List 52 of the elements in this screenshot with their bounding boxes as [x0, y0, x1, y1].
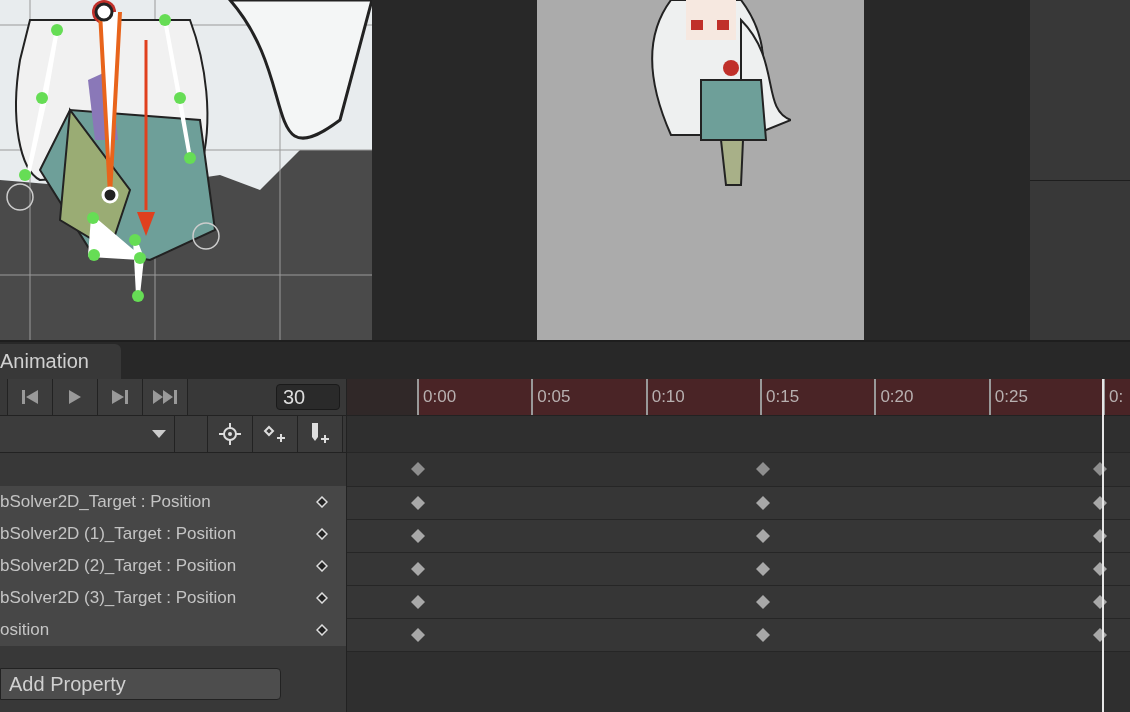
first-key-button[interactable] [7, 379, 52, 415]
keyframe-toggle-icon[interactable] [316, 496, 328, 508]
property-row[interactable]: osition [0, 614, 346, 646]
time-label: 0:05 [536, 386, 571, 407]
record-target-button[interactable] [208, 416, 253, 452]
crosshair-icon [219, 423, 241, 445]
last-key-button[interactable] [142, 379, 187, 415]
frame-field[interactable]: 30 [276, 384, 340, 410]
property-row[interactable]: bSolver2D_Target : Position [0, 486, 346, 518]
time-label: 0: [1108, 386, 1124, 407]
keyframe-toggle-icon[interactable] [316, 624, 328, 636]
play-button[interactable] [52, 379, 97, 415]
time-label: 0:20 [879, 386, 914, 407]
timeline-ruler[interactable]: 0:00 0:05 0:10 0:15 0:20 0:25 0: [347, 379, 1130, 416]
property-name: bSolver2D (1)_Target : Position [0, 524, 238, 544]
keyframe-icon[interactable] [755, 595, 770, 609]
time-label: 0:15 [765, 386, 800, 407]
keyframe-toggle-icon[interactable] [316, 528, 328, 540]
keyframe-toggle-icon[interactable] [316, 560, 328, 572]
property-name: osition [0, 620, 51, 640]
play-icon [69, 390, 81, 404]
keyframe-icon[interactable] [410, 595, 425, 609]
add-event-button[interactable] [298, 416, 343, 452]
caret-icon [152, 430, 166, 438]
add-keyframe-icon [263, 425, 287, 443]
keyframe-icon[interactable] [410, 628, 425, 642]
next-key-icon [112, 390, 128, 404]
keyframe-icon[interactable] [755, 628, 770, 642]
property-name: bSolver2D_Target : Position [0, 492, 212, 512]
keyframe-icon[interactable] [410, 529, 425, 543]
add-property-button[interactable]: Add Property [0, 668, 281, 700]
keyframe-icon[interactable] [410, 562, 425, 576]
time-label: 0:10 [650, 386, 685, 407]
next-key-button[interactable] [97, 379, 142, 415]
last-key-icon [153, 390, 177, 404]
property-name: bSolver2D (3)_Target : Position [0, 588, 238, 608]
keyframe-icon[interactable] [755, 496, 770, 510]
keyframe-toggle-icon[interactable] [316, 592, 328, 604]
keyframe-icon[interactable] [410, 496, 425, 510]
property-row[interactable]: bSolver2D (2)_Target : Position [0, 550, 346, 582]
keyframe-icon[interactable] [755, 529, 770, 543]
animation-tab[interactable]: Animation [0, 344, 121, 379]
property-name: bSolver2D (2)_Target : Position [0, 556, 238, 576]
first-key-icon [22, 390, 38, 404]
property-row[interactable]: bSolver2D (3)_Target : Position [0, 582, 346, 614]
time-label: 0:25 [993, 386, 1028, 407]
time-label: 0:00 [422, 386, 457, 407]
add-event-icon [310, 423, 330, 445]
clip-dropdown[interactable] [0, 416, 175, 452]
keyframe-icon[interactable] [755, 562, 770, 576]
add-keyframe-button[interactable] [253, 416, 298, 452]
property-row[interactable]: bSolver2D (1)_Target : Position [0, 518, 346, 550]
